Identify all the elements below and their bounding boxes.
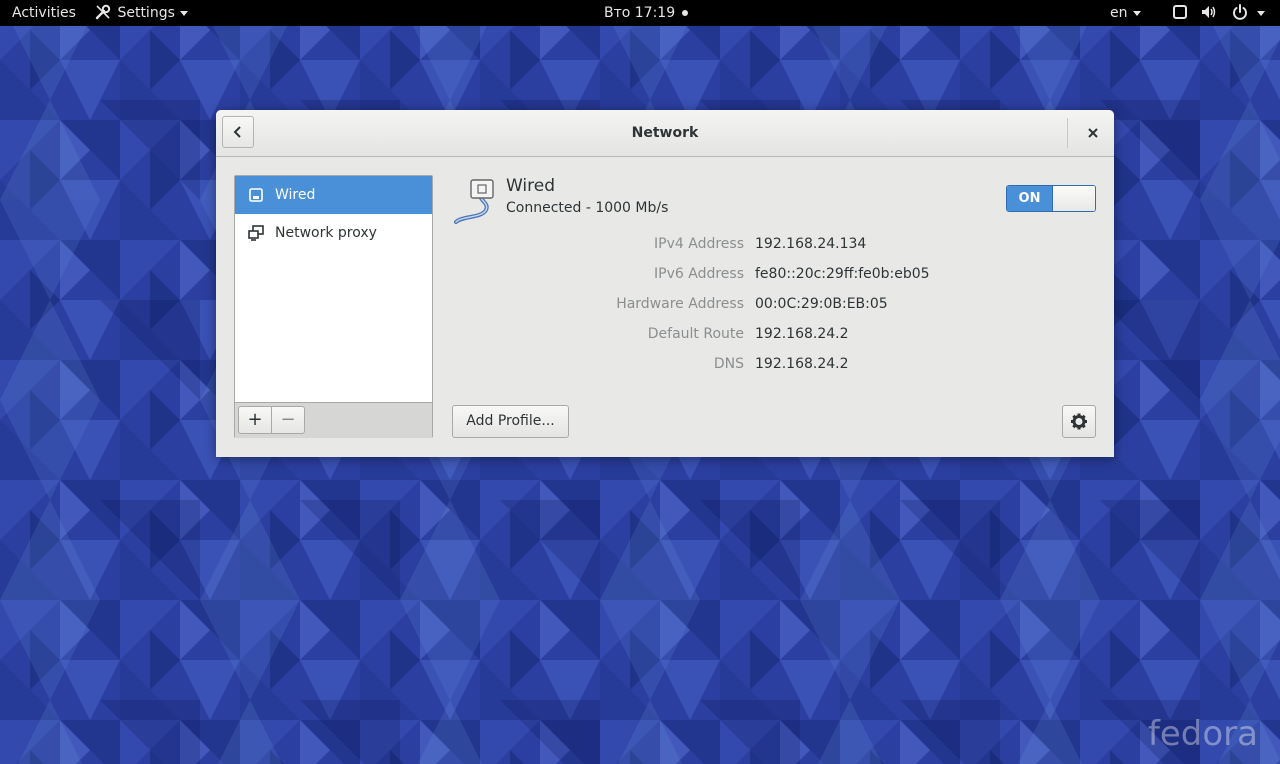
device-status: Connected - 1000 Mb/s [506, 200, 669, 216]
sidebar-item-label: Wired [275, 187, 316, 203]
wired-power-switch[interactable]: ON [1006, 185, 1096, 212]
device-settings-button[interactable] [1062, 405, 1096, 438]
keyboard-layout-menu[interactable]: en [1110, 0, 1141, 26]
network-settings-window: Network Wired Network proxy + − Wired Co… [216, 110, 1114, 457]
ipv4-value: 192.168.24.134 [755, 236, 867, 252]
hardware-address-label: Hardware Address [616, 296, 744, 312]
hardware-address-value: 00:0C:29:0B:EB:05 [755, 296, 888, 312]
gear-icon [1071, 413, 1087, 430]
wired-network-status-icon [1173, 5, 1187, 19]
remove-device-button[interactable]: − [271, 406, 305, 434]
device-name: Wired [506, 176, 556, 196]
activities-button[interactable]: Activities [12, 0, 76, 26]
ipv6-value: fe80::20c:29ff:fe0b:eb05 [755, 266, 930, 282]
chevron-down-icon [1257, 10, 1266, 16]
app-menu[interactable]: Settings [95, 0, 188, 26]
notification-dot-icon [681, 10, 688, 16]
tools-icon [95, 4, 111, 20]
dns-label: DNS [713, 356, 744, 372]
fedora-watermark: fedora [1147, 714, 1258, 754]
power-icon [1232, 4, 1247, 20]
keyboard-layout-label: en [1110, 5, 1128, 21]
wired-network-icon [249, 188, 263, 202]
close-icon [1088, 128, 1098, 138]
header-bar: Network [216, 110, 1114, 157]
switch-knob [1052, 186, 1095, 211]
system-menu[interactable] [1172, 0, 1266, 26]
dns-value: 192.168.24.2 [755, 356, 849, 372]
sidebar-item-wired[interactable]: Wired [235, 176, 432, 214]
add-device-button[interactable]: + [238, 406, 272, 434]
chevron-down-icon [179, 10, 188, 16]
volume-icon [1202, 6, 1216, 18]
default-route-value: 192.168.24.2 [755, 326, 849, 342]
clock-label: Вто 17:19 [604, 5, 676, 21]
ipv6-label: IPv6 Address [654, 266, 744, 282]
header-separator [1067, 118, 1068, 148]
add-profile-button[interactable]: Add Profile... [452, 405, 569, 438]
default-route-label: Default Route [647, 326, 744, 342]
switch-on-label: ON [1007, 186, 1052, 211]
ipv4-label: IPv4 Address [654, 236, 744, 252]
chevron-down-icon [1132, 10, 1141, 16]
ethernet-cable-icon [454, 179, 494, 224]
device-list-toolbar: + − [235, 402, 432, 438]
window-title: Network [631, 125, 699, 141]
app-menu-label: Settings [117, 5, 175, 21]
close-button[interactable] [1078, 118, 1108, 148]
clock[interactable]: Вто 17:19 [604, 0, 688, 26]
top-bar: Activities Settings Вто 17:19 en [0, 0, 1280, 26]
